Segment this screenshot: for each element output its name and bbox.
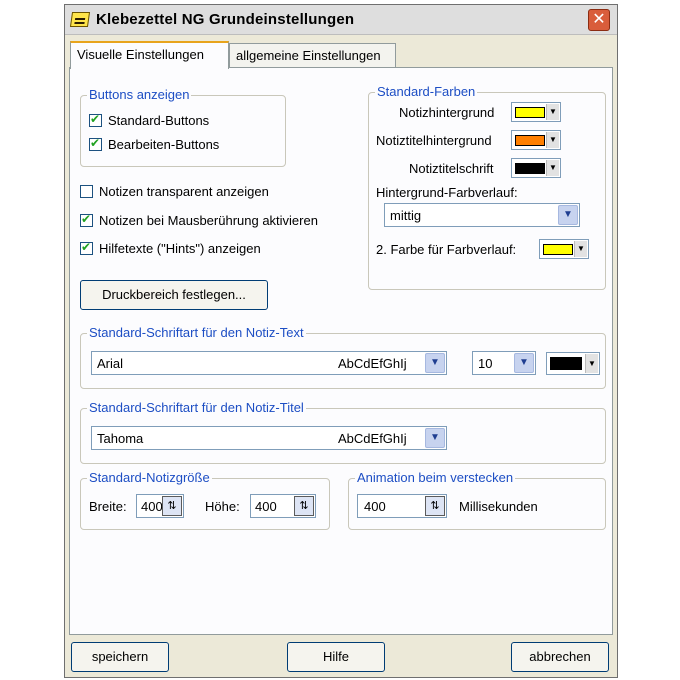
spin-arrows-icon[interactable]: ⇅ [162,496,182,516]
height-label: Höhe: [205,499,240,514]
animation-value: 400 [364,499,386,514]
text-font-size-select[interactable]: 10 ▼ [472,351,536,375]
title-bar[interactable]: Klebezettel NG Grundeinstellungen ✕ [65,5,617,35]
text-font-group: Standard-Schriftart für den Notiz-Text A… [80,325,606,389]
chevron-down-icon[interactable]: ▼ [546,104,559,120]
text-font-value: Arial [97,356,124,371]
color-swatch [515,163,545,174]
settings-dialog: Klebezettel NG Grundeinstellungen ✕ Visu… [64,4,618,678]
color-swatch [543,244,573,255]
title-font-legend: Standard-Schriftart für den Notiz-Titel [87,400,306,415]
checkbox-box[interactable] [80,212,93,227]
title-font-color-picker[interactable]: ▼ [511,158,561,178]
edit-buttons-checkbox[interactable]: Bearbeiten-Buttons [89,136,220,152]
title-font-value: Tahoma [97,431,144,446]
chevron-down-icon[interactable]: ▼ [546,160,559,176]
title-font-group: Standard-Schriftart für den Notiz-Titel … [80,400,606,464]
tab-panel-visual: Buttons anzeigen Standard-Buttons Bearbe… [69,67,613,635]
transparent-notes-checkbox[interactable]: Notizen transparent anzeigen [80,184,269,199]
print-area-button[interactable]: Druckbereich festlegen... [80,280,268,310]
tab-general-settings[interactable]: allgemeine Einstellungen [229,43,396,67]
color-swatch [515,135,545,146]
spin-arrows-icon[interactable]: ⇅ [425,496,445,516]
milliseconds-label: Millisekunden [459,499,538,514]
width-spinner[interactable]: 400 ⇅ [136,494,184,518]
transparent-notes-label: Notizen transparent anzeigen [99,184,269,199]
text-font-sample: AbCdEfGhIj [338,356,407,371]
hints-checkbox[interactable]: Hilfetexte ("Hints") anzeigen [80,240,261,256]
hover-activate-checkbox[interactable]: Notizen bei Mausberührung aktivieren [80,212,318,228]
standard-buttons-label: Standard-Buttons [108,113,210,128]
sticky-note-icon [69,12,91,27]
standard-buttons-checkbox[interactable]: Standard-Buttons [89,112,210,128]
width-label: Breite: [89,499,127,514]
chevron-down-icon[interactable]: ▼ [558,205,578,225]
buttons-group-legend: Buttons anzeigen [87,87,192,102]
gradient-value: mittig [390,208,422,223]
chevron-down-icon[interactable]: ▼ [546,132,559,148]
color-swatch [515,107,545,118]
text-font-color-picker[interactable]: ▼ [546,352,600,375]
close-button[interactable]: ✕ [588,9,610,31]
title-font-color-label: Notiztitelschrift [409,161,494,176]
hover-activate-label: Notizen bei Mausberührung aktivieren [99,213,318,228]
save-button[interactable]: speichern [71,642,169,672]
title-background-label: Notiztitelhintergrund [376,133,492,148]
tab-visual-settings[interactable]: Visuelle Einstellungen [70,41,229,69]
note-size-legend: Standard-Notizgröße [87,470,212,485]
note-size-group: Standard-Notizgröße Breite: 400 ⇅ Höhe: … [80,470,330,530]
edit-buttons-label: Bearbeiten-Buttons [108,137,220,152]
chevron-down-icon[interactable]: ▼ [514,353,534,373]
chevron-down-icon[interactable]: ▼ [585,354,598,373]
checkbox-box[interactable] [89,136,102,151]
standard-colors-group: Standard-Farben Notizhintergrund ▼ Notiz… [368,84,606,290]
text-font-select[interactable]: Arial AbCdEfGhIj ▼ [91,351,447,375]
chevron-down-icon[interactable]: ▼ [425,353,445,373]
height-value: 400 [255,499,277,514]
checkbox-box[interactable] [89,112,102,127]
text-font-size-value: 10 [478,356,493,371]
width-value: 400 [141,499,163,514]
title-font-sample: AbCdEfGhIj [338,431,407,446]
standard-colors-legend: Standard-Farben [375,84,478,99]
note-background-color-picker[interactable]: ▼ [511,102,561,122]
spin-arrows-icon[interactable]: ⇅ [294,496,314,516]
text-font-legend: Standard-Schriftart für den Notiz-Text [87,325,306,340]
buttons-group: Buttons anzeigen Standard-Buttons Bearbe… [80,87,286,167]
checkbox-box[interactable] [80,240,93,255]
help-button[interactable]: Hilfe [287,642,385,672]
animation-spinner[interactable]: 400 ⇅ [357,494,447,518]
note-background-label: Notizhintergrund [399,105,495,120]
gradient-select[interactable]: mittig ▼ [384,203,580,227]
cancel-button[interactable]: abbrechen [511,642,609,672]
chevron-down-icon[interactable]: ▼ [425,428,445,448]
chevron-down-icon[interactable]: ▼ [574,241,587,257]
title-font-select[interactable]: Tahoma AbCdEfGhIj ▼ [91,426,447,450]
window-title: Klebezettel NG Grundeinstellungen [96,11,355,28]
checkbox-box[interactable] [80,185,93,198]
second-color-label: 2. Farbe für Farbverlauf: [376,242,517,257]
hints-label: Hilfetexte ("Hints") anzeigen [99,241,261,256]
title-background-color-picker[interactable]: ▼ [511,130,561,150]
height-spinner[interactable]: 400 ⇅ [250,494,316,518]
second-color-picker[interactable]: ▼ [539,239,589,259]
animation-legend: Animation beim verstecken [355,470,516,485]
color-swatch [550,357,582,370]
animation-group: Animation beim verstecken 400 ⇅ Millisek… [348,470,606,530]
gradient-label: Hintergrund-Farbverlauf: [376,185,518,200]
